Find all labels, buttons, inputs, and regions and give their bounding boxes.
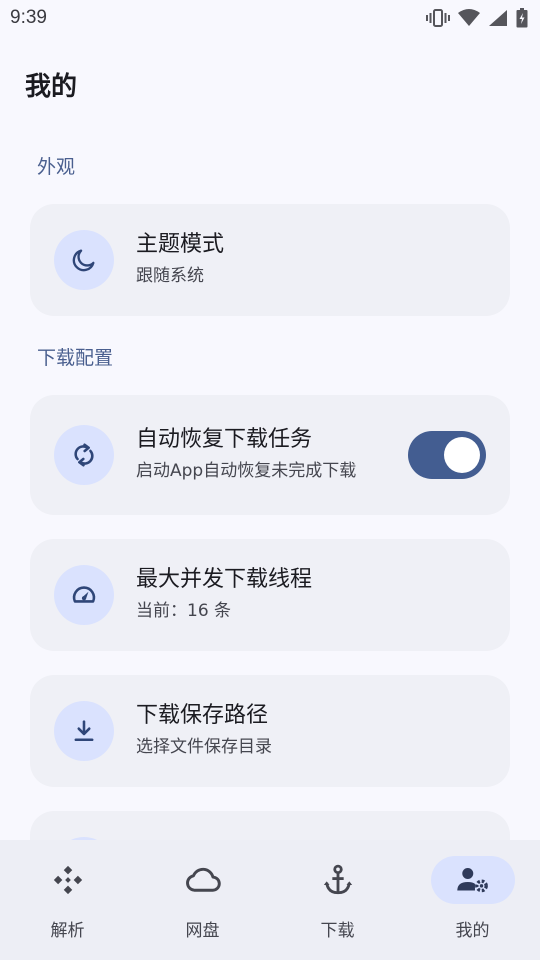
nav-label-cloud: 网盘 bbox=[185, 921, 220, 941]
bottom-navigation: 解析 网盘 下载 我的 bbox=[0, 840, 540, 960]
auto-resume-toggle[interactable] bbox=[408, 431, 486, 479]
auto-resume-card[interactable]: 自动恢复下载任务 启动App自动恢复未完成下载 bbox=[30, 395, 510, 515]
moon-icon bbox=[54, 230, 114, 290]
nav-item-mine[interactable]: 我的 bbox=[405, 840, 540, 960]
anchor-icon bbox=[296, 856, 380, 904]
section-header-appearance: 外观 bbox=[37, 156, 76, 178]
nav-label-mine: 我的 bbox=[455, 921, 490, 941]
theme-mode-subtitle: 跟随系统 bbox=[136, 266, 204, 286]
wifi-icon bbox=[458, 9, 480, 27]
max-threads-card[interactable]: 最大并发下载线程 当前：16 条 bbox=[30, 539, 510, 651]
save-path-card[interactable]: 下载保存路径 选择文件保存目录 bbox=[30, 675, 510, 787]
theme-mode-title: 主题模式 bbox=[136, 232, 225, 257]
max-threads-title: 最大并发下载线程 bbox=[136, 567, 313, 592]
toggle-knob bbox=[444, 437, 480, 473]
max-threads-subtitle: 当前：16 条 bbox=[136, 601, 232, 621]
auto-resume-text: 自动恢复下载任务 启动App自动恢复未完成下载 bbox=[136, 425, 356, 483]
save-path-title: 下载保存路径 bbox=[136, 703, 269, 728]
auto-resume-title: 自动恢复下载任务 bbox=[136, 427, 313, 452]
save-path-text: 下载保存路径 选择文件保存目录 bbox=[136, 701, 272, 759]
vibrate-icon bbox=[426, 8, 450, 28]
page-title: 我的 bbox=[25, 72, 78, 102]
theme-mode-card[interactable]: 主题模式 跟随系统 bbox=[30, 204, 510, 316]
speedometer-icon bbox=[54, 565, 114, 625]
theme-mode-text: 主题模式 跟随系统 bbox=[136, 230, 224, 288]
parse-icon bbox=[26, 856, 110, 904]
cell-signal-icon bbox=[488, 9, 508, 27]
nav-item-parse[interactable]: 解析 bbox=[0, 840, 135, 960]
battery-icon bbox=[516, 8, 528, 28]
status-time: 9:39 bbox=[10, 7, 47, 28]
sync-icon bbox=[54, 425, 114, 485]
auto-resume-subtitle: 启动App自动恢复未完成下载 bbox=[136, 461, 357, 481]
status-icons bbox=[426, 8, 528, 28]
max-threads-text: 最大并发下载线程 当前：16 条 bbox=[136, 565, 312, 623]
cloud-icon bbox=[161, 856, 245, 904]
screen: 9:39 我的 外观 主题模式 跟随系统 下载配置 自动恢复下载任务 启动App… bbox=[0, 0, 540, 960]
nav-label-download: 下载 bbox=[320, 921, 355, 941]
section-header-download-config: 下载配置 bbox=[37, 347, 114, 369]
status-bar: 9:39 bbox=[0, 0, 540, 36]
nav-label-parse: 解析 bbox=[50, 921, 85, 941]
save-path-subtitle: 选择文件保存目录 bbox=[136, 737, 272, 757]
nav-item-download[interactable]: 下载 bbox=[270, 840, 405, 960]
user-settings-icon bbox=[430, 856, 515, 904]
download-icon bbox=[54, 701, 114, 761]
nav-item-cloud[interactable]: 网盘 bbox=[135, 840, 270, 960]
